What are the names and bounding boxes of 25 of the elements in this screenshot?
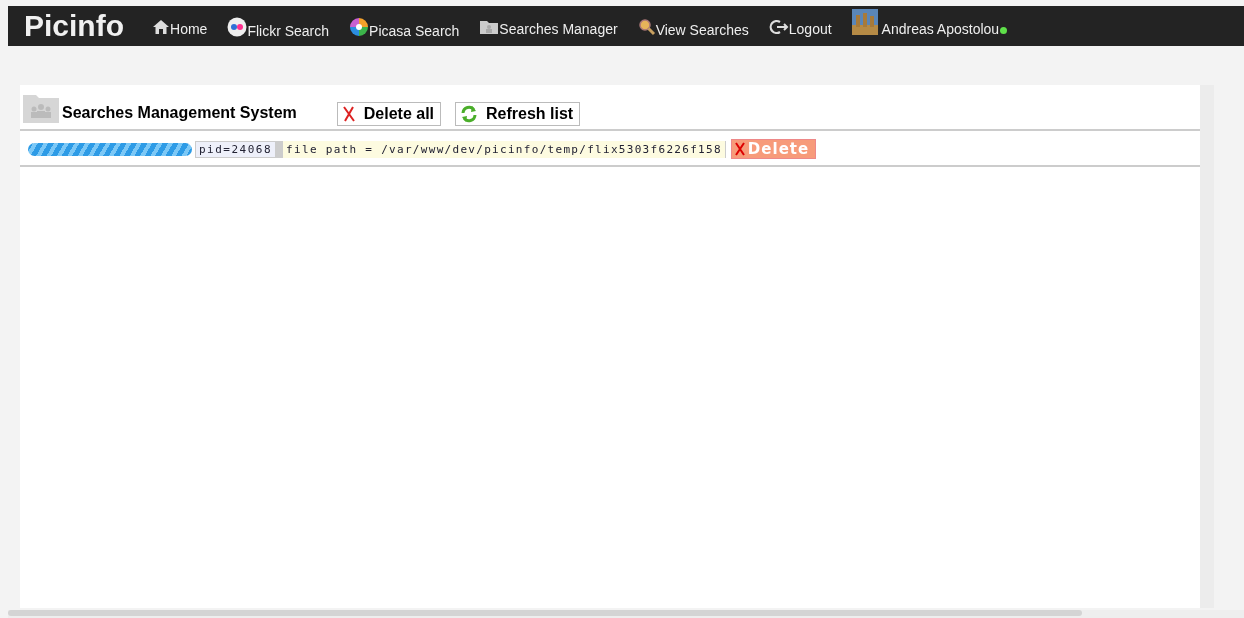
cross-icon: [733, 141, 746, 157]
search-icon: [637, 18, 656, 36]
panel-title: Searches Management System: [62, 104, 297, 122]
logout-icon: [768, 19, 789, 35]
home-icon: [152, 19, 170, 35]
refresh-icon: [460, 105, 479, 123]
toolbar-button[interactable]: Delete all: [336, 102, 442, 126]
avatar-icon: [851, 9, 878, 35]
process-id: pid=24068: [195, 140, 277, 158]
scrollbar-thumb[interactable]: [8, 610, 1082, 616]
cross-icon: [341, 105, 356, 123]
flickr-icon: [227, 17, 248, 37]
folder-icon: [22, 92, 60, 124]
brand-logo[interactable]: Picinfo: [24, 9, 124, 43]
folder-icon: [479, 19, 500, 35]
nav-link[interactable]: Picasa Search: [349, 13, 460, 39]
pinwheel-icon: [349, 17, 370, 37]
toolbar-button[interactable]: Refresh list: [455, 102, 581, 126]
nav-link[interactable]: Flickr Search: [227, 13, 330, 39]
file-path: file path = /var/www/dev/picinfo/temp/flix5303f6226f158: [276, 140, 726, 158]
user-name[interactable]: Andreas Apostolou: [881, 21, 1000, 37]
nav-link[interactable]: Logout: [768, 15, 832, 37]
nav-link[interactable]: View Searches: [637, 14, 749, 38]
nav-link[interactable]: Home: [152, 15, 208, 37]
nav-link[interactable]: Searches Manager: [479, 15, 618, 37]
